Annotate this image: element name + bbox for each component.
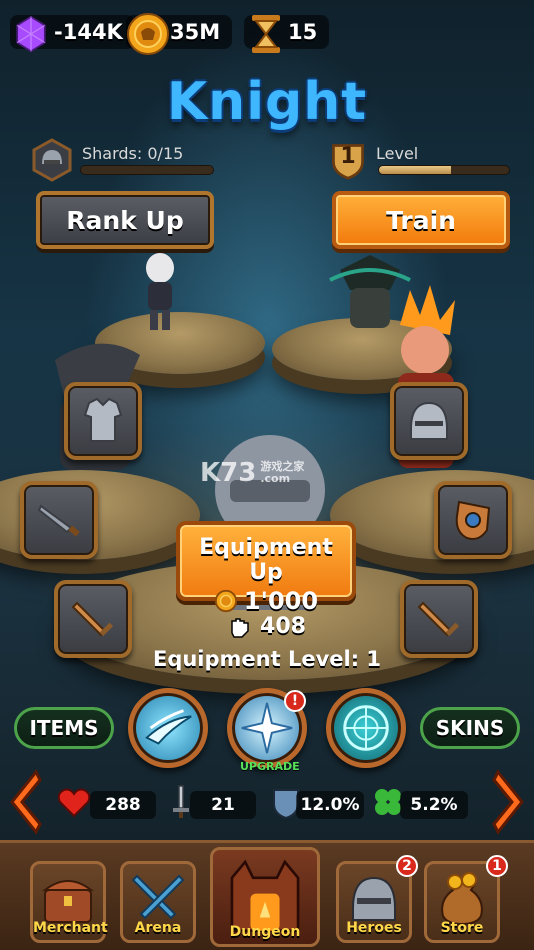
coin-icon xyxy=(214,589,237,613)
watermark-logo: K73 xyxy=(200,458,257,488)
upgrade-alert-badge: ! xyxy=(284,690,306,712)
equipment-up-cost: 1'000 xyxy=(243,587,319,615)
coin-icon xyxy=(127,13,169,55)
skill-rune-circle[interactable] xyxy=(326,688,406,768)
resource-bar: -144K 35M 15 xyxy=(10,12,344,56)
shards-progress-bar xyxy=(80,165,214,175)
hero-figure-archer[interactable] xyxy=(130,250,190,335)
level-row: 1 Level xyxy=(328,138,418,182)
bottom-nav: Merchant Arena Dungeon Heroes 2 Store 1 xyxy=(0,840,534,950)
shards-label: Shards: 0/15 xyxy=(82,144,184,163)
hourglass-icon xyxy=(252,15,280,53)
nav-label-arena: Arena xyxy=(134,920,182,936)
shards-row: Shards: 0/15 xyxy=(30,138,183,182)
rank-up-button[interactable]: Rank Up xyxy=(36,191,214,249)
attack-stat: 21 xyxy=(190,791,256,819)
equip-slot-helmet[interactable] xyxy=(390,382,468,460)
fist-icon xyxy=(231,617,249,638)
next-hero-arrow-icon[interactable] xyxy=(492,768,528,836)
power-value: 408 xyxy=(260,614,306,639)
luck-stat: 5.2% xyxy=(400,791,468,819)
wind-slash-icon xyxy=(145,709,192,745)
helmet-icon xyxy=(410,401,448,440)
dagger-icon xyxy=(37,504,80,537)
nav-tab-merchant[interactable]: Merchant xyxy=(30,861,108,943)
watermark: K73 游戏之家 .com xyxy=(200,458,304,488)
level-progress-bar xyxy=(378,165,510,175)
chestplate-icon xyxy=(83,397,123,442)
store-notification-badge: 1 xyxy=(486,855,508,877)
nav-label-heroes: Heroes xyxy=(346,920,402,936)
coin-counter[interactable]: 35M xyxy=(126,12,236,55)
rune-circle-icon xyxy=(343,705,389,751)
nav-label-store: Store xyxy=(440,920,484,936)
heart-icon xyxy=(57,788,91,818)
nav-label-dungeon: Dungeon xyxy=(229,924,301,940)
equipment-level: Equipment Level: 1 xyxy=(152,647,382,671)
gem-counter[interactable]: -144K xyxy=(10,12,135,53)
gem-icon xyxy=(16,15,46,53)
skill-slash[interactable] xyxy=(128,688,208,768)
level-label: Level xyxy=(376,144,419,163)
health-stat: 288 xyxy=(90,791,156,819)
equipment-up-cost-row: 1'000 xyxy=(180,587,352,615)
equipment-up-label: Equipment Up xyxy=(199,535,333,585)
shield-icon xyxy=(455,500,491,540)
level-number: 1 xyxy=(340,144,356,169)
train-button[interactable]: Train xyxy=(332,191,510,249)
power-row: 408 xyxy=(0,614,534,639)
equipment-up-button[interactable]: Equipment Up 1'000 xyxy=(176,521,356,615)
armor-stat: 12.0% xyxy=(296,791,364,819)
equip-slot-dagger[interactable] xyxy=(20,481,98,559)
equip-slot-shield[interactable] xyxy=(434,481,512,559)
nav-tab-arena[interactable]: Arena xyxy=(120,861,196,943)
items-button[interactable]: ITEMS xyxy=(14,707,114,749)
nav-tab-dungeon[interactable]: Dungeon xyxy=(210,847,320,947)
upgrade-label: UPGRADE xyxy=(240,760,300,773)
helmet-shard-icon xyxy=(32,138,72,182)
skins-button[interactable]: SKINS xyxy=(420,707,520,749)
prev-hero-arrow-icon[interactable] xyxy=(6,768,42,836)
level-progress-fill xyxy=(379,166,451,174)
equip-slot-armor[interactable] xyxy=(64,382,142,460)
heroes-notification-badge: 2 xyxy=(396,855,418,877)
watermark-domain: .com xyxy=(260,472,291,485)
hourglass-counter[interactable]: 15 xyxy=(244,12,344,53)
nav-label-merchant: Merchant xyxy=(33,920,108,936)
hero-name: Knight xyxy=(166,72,368,132)
